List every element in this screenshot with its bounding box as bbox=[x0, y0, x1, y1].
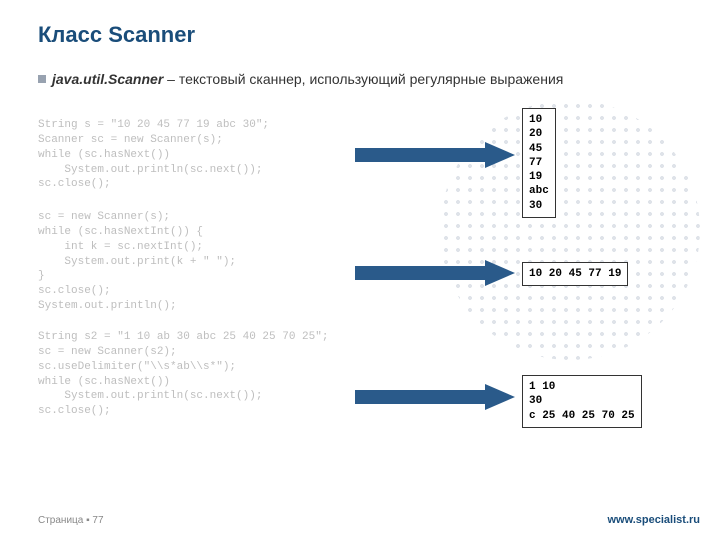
code-block-1: String s = "10 20 45 77 19 abc 30"; Scan… bbox=[38, 118, 269, 192]
slide-title: Класс Scanner bbox=[38, 22, 195, 48]
output-box-1: 10 20 45 77 19 abc 30 bbox=[522, 108, 556, 218]
arrow-3 bbox=[355, 382, 515, 412]
output-box-3: 1 10 30 c 25 40 25 70 25 bbox=[522, 375, 642, 428]
background-dots bbox=[440, 100, 700, 360]
bullet-icon bbox=[38, 75, 46, 83]
code-block-3: String s2 = "1 10 ab 30 abc 25 40 25 70 … bbox=[38, 330, 328, 419]
desc-rest: – текстовый сканнер, использующий регуля… bbox=[163, 71, 563, 87]
desc-bold: java.util.Scanner bbox=[52, 71, 163, 87]
footer-page: Страница ▪ 77 bbox=[38, 515, 104, 526]
code-block-2: sc = new Scanner(s); while (sc.hasNextIn… bbox=[38, 210, 236, 314]
footer-site: www.specialist.ru bbox=[607, 514, 700, 526]
arrow-2 bbox=[355, 258, 515, 288]
output-box-2: 10 20 45 77 19 bbox=[522, 262, 628, 286]
arrow-1 bbox=[355, 140, 515, 170]
slide-description: java.util.Scanner – текстовый сканнер, и… bbox=[38, 70, 700, 88]
